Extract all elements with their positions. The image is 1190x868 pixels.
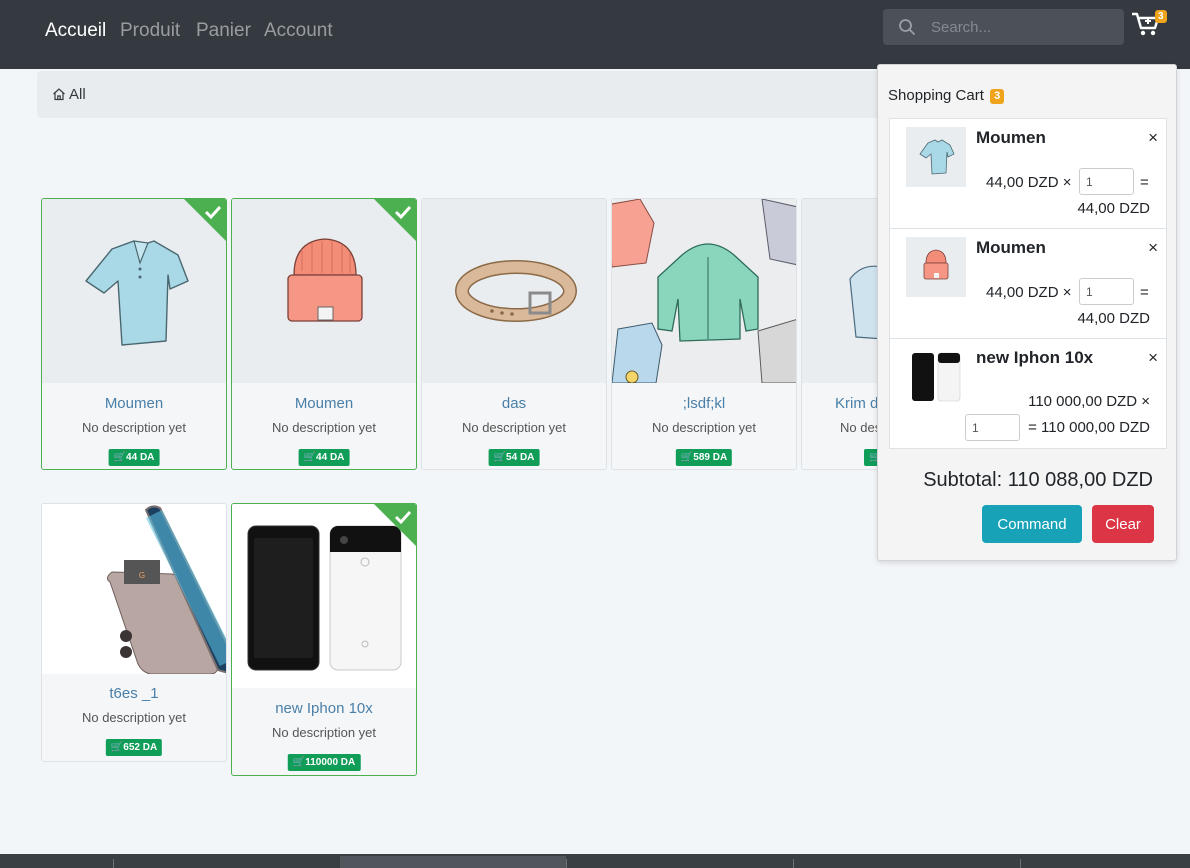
remove-item-button[interactable]: × [1148,128,1158,148]
cart-item: new Iphon 10x × 110 000,00 DZD × = 110 0… [889,338,1167,449]
remove-item-button[interactable]: × [1148,238,1158,258]
product-image-hoodies [612,199,796,383]
product-description: No description yet [81,420,187,435]
cart-item-total: 44,00 DZD [1077,310,1150,327]
cart-item-thumbnail [906,347,966,407]
product-title[interactable]: Moumen [232,395,416,412]
cart-item-name: new Iphon 10x [976,348,1094,367]
price-badge: 🛒110000 DA [287,754,361,771]
cart-item-unit-price: 44,00 DZD × [986,284,1072,301]
nav-link-panier[interactable]: Panier [196,20,251,42]
product-card[interactable]: Moumen No description yet 🛒44 DA [41,198,227,470]
product-description: No description yet [81,710,187,725]
cart-item-name: Moumen [976,128,1046,147]
nav-link-account[interactable]: Account [264,20,333,42]
nav-link-accueil[interactable]: Accueil [45,20,106,42]
home-icon [53,88,65,101]
price-badge: 🛒54 DA [488,449,540,466]
taskbar-divider [793,859,794,868]
equals-sign: = [1140,174,1149,191]
cart-item: Moumen × 44,00 DZD × = 44,00 DZD [889,118,1167,229]
search-input[interactable] [931,9,1116,45]
bottom-taskbar [0,854,1190,868]
cart-heading-label: Shopping Cart [888,87,984,104]
product-image-belt [422,199,606,383]
svg-text:G: G [139,571,145,580]
cart-subtotal: Subtotal: 110 088,00 DZD [923,469,1153,491]
price-badge: 🛒652 DA [105,739,163,756]
remove-item-button[interactable]: × [1148,348,1158,368]
cart-item-unit-price: 110 000,00 DZD × [1028,393,1150,410]
search-box [883,9,1124,45]
product-title[interactable]: das [422,395,606,412]
taskbar-divider [1020,859,1021,868]
clear-button[interactable]: Clear [1092,505,1154,543]
cart-item-name: Moumen [976,238,1046,257]
product-title[interactable]: Moumen [42,395,226,412]
cart-item-unit-price: 44,00 DZD × [986,174,1072,191]
top-navbar: Accueil Produit Panier Account 3 [0,0,1190,69]
product-card[interactable]: new Iphon 10x No description yet 🛒110000… [231,503,417,776]
quantity-input[interactable] [1079,168,1134,195]
product-image-gionee-phone: G [42,504,226,674]
selected-check-icon [374,504,416,546]
cart-item-total: = 110 000,00 DZD [1028,419,1150,436]
cart-item-thumbnail [906,127,966,187]
product-title[interactable]: new Iphon 10x [232,700,416,717]
product-title[interactable]: ;lsdf;kl [612,395,796,412]
product-card[interactable]: G t6es _1 No description yet 🛒652 DA [41,503,227,762]
selected-check-icon [184,199,226,241]
price-badge: 🛒589 DA [675,449,733,466]
breadcrumb-item-all[interactable]: All [69,86,86,103]
cart-heading-count: 3 [990,89,1005,104]
product-card[interactable]: Moumen No description yet 🛒44 DA [231,198,417,470]
product-title[interactable]: t6es _1 [42,685,226,702]
product-card[interactable]: das No description yet 🛒54 DA [421,198,607,470]
nav-link-produit[interactable]: Produit [120,20,180,42]
search-icon [899,19,915,35]
taskbar-divider [113,859,114,868]
cart-item: Moumen × 44,00 DZD × = 44,00 DZD [889,228,1167,339]
taskbar-divider [566,859,567,868]
product-description: No description yet [271,725,377,740]
product-description: No description yet [651,420,757,435]
selected-check-icon [374,199,416,241]
shopping-cart-panel: Shopping Cart 3 Moumen × 44,00 DZD × = 4… [877,64,1177,561]
product-card[interactable]: ;lsdf;kl No description yet 🛒589 DA [611,198,797,470]
breadcrumb: All [37,71,887,118]
product-description: No description yet [461,420,567,435]
cart-heading: Shopping Cart 3 [888,87,1005,104]
quantity-input[interactable] [1079,278,1134,305]
cart-item-thumbnail [906,237,966,297]
price-badge: 🛒44 DA [298,449,350,466]
product-description: No description yet [271,420,377,435]
taskbar-tab[interactable] [340,856,566,868]
cart-item-total: 44,00 DZD [1077,200,1150,217]
quantity-input[interactable] [965,414,1020,441]
cart-count-badge: 3 [1155,10,1167,23]
price-badge: 🛒44 DA [108,449,160,466]
command-button[interactable]: Command [982,505,1082,543]
equals-sign: = [1140,284,1149,301]
